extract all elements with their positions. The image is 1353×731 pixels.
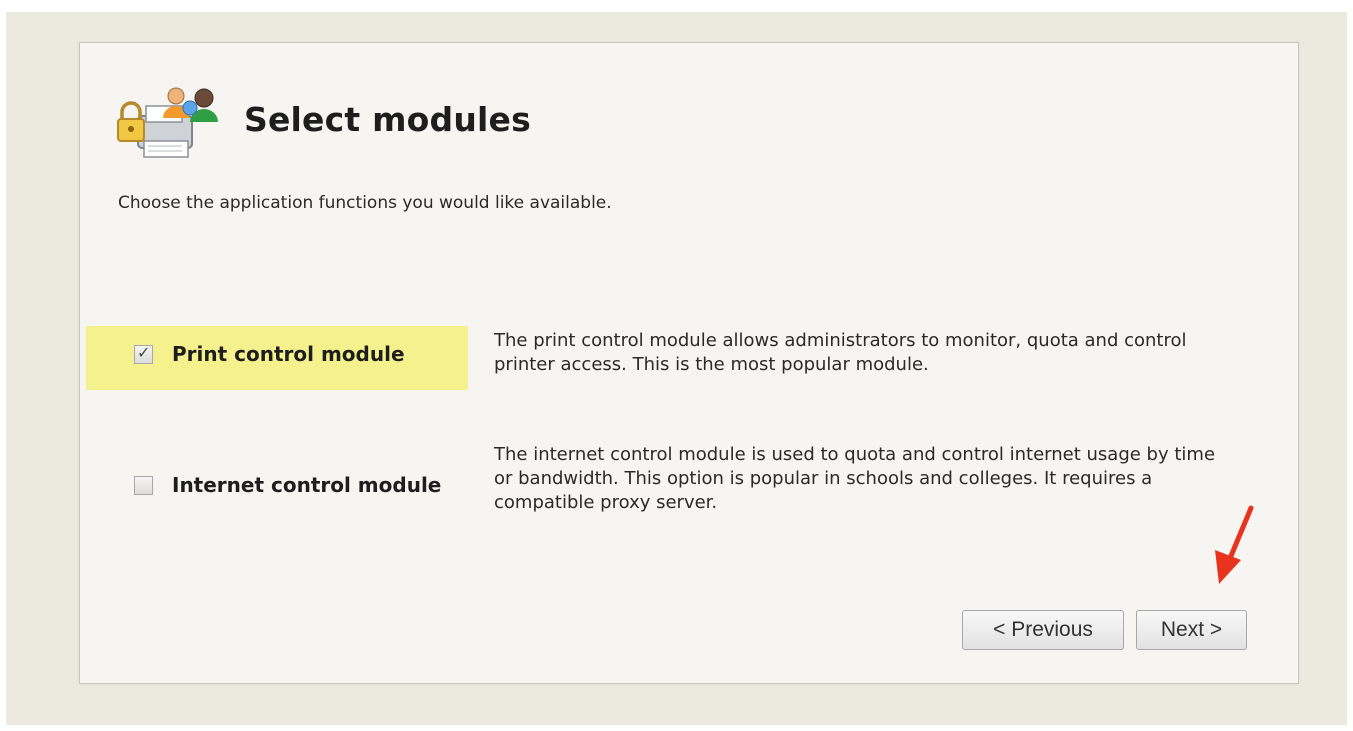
print-module-description: The print control module allows administ… — [494, 330, 1187, 375]
page-subtitle: Choose the application functions you wou… — [118, 193, 612, 213]
page-title: Select modules — [244, 100, 531, 139]
users-printer-lock-icon — [117, 87, 218, 158]
internet-module-description: The internet control module is used to q… — [494, 444, 1216, 513]
internet-module-option[interactable]: Internet control module — [134, 473, 441, 497]
previous-button[interactable]: < Previous — [962, 610, 1124, 650]
print-module-checkbox[interactable] — [134, 343, 153, 364]
next-button[interactable]: Next > — [1136, 610, 1247, 650]
red-arrow-icon — [1215, 505, 1254, 584]
internet-module-label[interactable]: Internet control module — [172, 473, 441, 497]
internet-module-checkbox[interactable] — [134, 475, 153, 495]
print-module-option[interactable]: Print control module — [134, 342, 405, 366]
print-module-label[interactable]: Print control module — [172, 342, 405, 366]
